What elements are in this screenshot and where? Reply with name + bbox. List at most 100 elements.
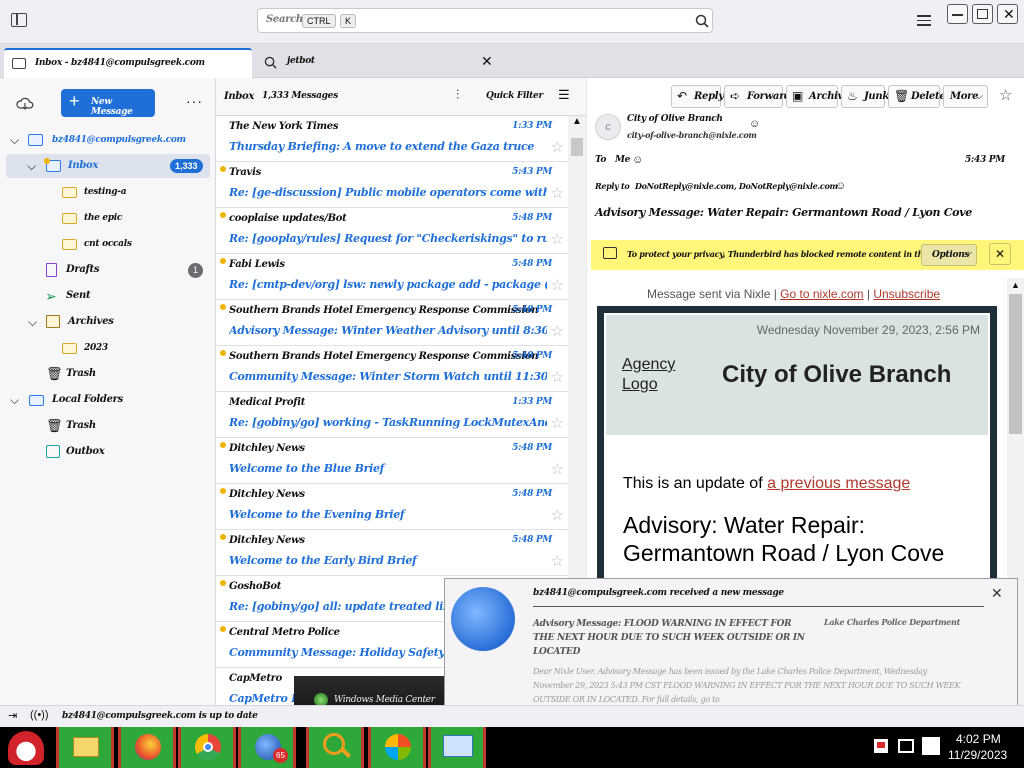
star-icon[interactable]: ☆: [551, 184, 564, 202]
tab-inbox[interactable]: Inbox - bz4841@compulsgreek.com: [4, 48, 252, 78]
message-subject: Welcome to the Blue Brief: [229, 462, 385, 475]
close-tab-icon[interactable]: ✕: [481, 53, 493, 70]
message-row[interactable]: cooplaise updates/Bot 5:48 PM Re: [gooplay…: [216, 208, 568, 254]
to-value[interactable]: Me: [615, 155, 630, 165]
message-row[interactable]: Southern Brands Hotel Emergency Response…: [216, 300, 568, 346]
clock-time[interactable]: 4:02 PM: [956, 732, 1001, 746]
separator: |: [863, 287, 874, 301]
quick-filter-icon[interactable]: ⫶: [456, 87, 459, 103]
folder-sub2[interactable]: the epic: [0, 206, 216, 230]
options-button[interactable]: Options ⌵: [921, 244, 977, 266]
message-row[interactable]: The New York Times 1:33 PM Thursday Briefi…: [216, 116, 568, 162]
forward-button[interactable]: ➪ Forward: [724, 85, 791, 108]
folder-archives[interactable]: ⌵ Archives: [0, 310, 216, 334]
message-row[interactable]: Ditchley News 5:48 PM Welcome to the Blue …: [216, 438, 568, 484]
app-menu-icon[interactable]: [917, 15, 931, 26]
close-button[interactable]: ✕: [997, 4, 1018, 24]
from-email[interactable]: city-of-olive-branch@nixle.com: [627, 130, 757, 140]
tray-volume-icon[interactable]: [922, 737, 940, 755]
new-message-button[interactable]: + New Message: [61, 89, 155, 117]
taskbar-thunderbird[interactable]: 65: [238, 727, 296, 768]
start-button[interactable]: [0, 727, 56, 768]
previous-message-link[interactable]: a previous message: [767, 475, 910, 492]
folder-outbox[interactable]: Outbox: [0, 440, 216, 464]
delete-button[interactable]: 🗑 Delete: [888, 85, 946, 108]
unread-dot: [220, 442, 226, 448]
folder-sub3[interactable]: cnt occals: [0, 232, 216, 256]
local-folders-row[interactable]: ⌵ Local Folders: [0, 388, 216, 412]
to-label: To: [595, 155, 607, 165]
contact-icon[interactable]: ☺: [749, 118, 760, 130]
star-icon[interactable]: ☆: [551, 138, 564, 156]
star-icon[interactable]: ☆: [551, 322, 564, 340]
folder-drafts[interactable]: Drafts 1: [0, 258, 216, 282]
message-row[interactable]: Medical Profit 1:33 PM Re: [gobiny/go] wor…: [216, 392, 568, 438]
message-row[interactable]: Southern Brands Hotel Emergency Response…: [216, 346, 568, 392]
taskbar-explorer[interactable]: [56, 727, 114, 768]
chevron-down-icon: ⌵: [28, 315, 38, 329]
archive-button[interactable]: ▣ Archive: [786, 85, 850, 108]
reply-to-label: Reply to: [595, 181, 630, 191]
quick-filter-label[interactable]: Quick Filter: [486, 91, 543, 101]
get-messages-icon[interactable]: [16, 97, 34, 111]
message-row[interactable]: Ditchley News 5:48 PM Welcome to the Early…: [216, 530, 568, 576]
star-icon[interactable]: ☆: [551, 506, 564, 524]
taskbar-windows[interactable]: [368, 727, 426, 768]
search-icon[interactable]: [695, 14, 709, 28]
minimize-button[interactable]: [947, 4, 968, 24]
message-row[interactable]: Fabi Lewis 5:48 PM Re: [cmtp-dev/org] lsw:…: [216, 254, 568, 300]
tab-search[interactable]: jetbot ✕: [256, 48, 500, 78]
folder-sent[interactable]: ➢ Sent: [0, 284, 216, 308]
star-icon[interactable]: ☆: [551, 230, 564, 248]
scroll-thumb[interactable]: [571, 138, 583, 156]
reply-to-value[interactable]: DoNotReply@nixle.com, DoNotReply@nixle.c…: [635, 181, 838, 191]
tray-network-icon[interactable]: [898, 739, 914, 753]
more-options-icon[interactable]: ···: [186, 93, 203, 109]
star-icon[interactable]: ☆: [551, 368, 564, 386]
goto-nixle-link[interactable]: Go to nixle.com: [780, 287, 863, 301]
scroll-thumb[interactable]: [1009, 294, 1022, 434]
star-icon[interactable]: ☆: [551, 414, 564, 432]
star-icon[interactable]: ☆: [551, 276, 564, 294]
folder-archive-year[interactable]: 2023: [0, 336, 216, 360]
unsubscribe-link[interactable]: Unsubscribe: [873, 287, 940, 301]
account-row[interactable]: ⌵ bz4841@compulsgreek.com: [0, 128, 216, 152]
contact-icon[interactable]: ☺: [632, 154, 643, 166]
tray-flag-icon[interactable]: [874, 739, 888, 753]
list-count: 1,333 Messages: [262, 91, 338, 101]
taskbar-search[interactable]: [306, 727, 364, 768]
clock-date[interactable]: 11/29/2023: [948, 748, 1007, 762]
scroll-up-icon[interactable]: ▲: [1011, 280, 1020, 290]
scroll-up-icon[interactable]: ▲: [572, 116, 582, 127]
close-icon[interactable]: ✕: [989, 243, 1011, 265]
sidebar-toggle-icon[interactable]: [11, 13, 27, 27]
new-mail-notification[interactable]: bz4841@compulsgreek.com received a new m…: [444, 578, 1018, 717]
folder-trash[interactable]: 🗑 Trash: [0, 362, 216, 386]
taskbar-chrome[interactable]: [178, 727, 236, 768]
online-status-icon[interactable]: ((•)): [30, 709, 49, 721]
more-button[interactable]: More ⌵: [943, 85, 988, 108]
trash-icon: 🗑: [894, 89, 910, 103]
from-name[interactable]: City of Olive Branch: [627, 114, 723, 124]
kbd-k: K: [340, 14, 357, 28]
taskbar-control-panel[interactable]: [428, 727, 486, 768]
global-search[interactable]: Search... CTRL K: [257, 8, 713, 33]
reply-button[interactable]: ↶ Reply: [671, 85, 724, 108]
message-date: 1:33 PM: [512, 121, 552, 131]
folder-inbox[interactable]: ⌵ Inbox 1,333: [6, 154, 210, 178]
taskbar-firefox[interactable]: [118, 727, 176, 768]
message-row[interactable]: Ditchley News 5:48 PM Welcome to the Eveni…: [216, 484, 568, 530]
maximize-button[interactable]: [972, 4, 993, 24]
collapse-pane-icon[interactable]: ⇥: [8, 709, 17, 722]
message-row[interactable]: Travis 5:43 PM Re: [ge-discussion] Public …: [216, 162, 568, 208]
star-icon[interactable]: ☆: [999, 86, 1012, 104]
contact-icon[interactable]: ☺: [835, 180, 846, 192]
forward-label: Forward: [747, 91, 791, 102]
list-options-icon[interactable]: ☰: [558, 87, 570, 103]
folder-sub1[interactable]: testing-a: [0, 180, 216, 204]
junk-button[interactable]: ♨ Junk: [841, 85, 889, 108]
star-icon[interactable]: ☆: [551, 460, 564, 478]
folder-local-trash[interactable]: 🗑 Trash: [0, 414, 216, 438]
star-icon[interactable]: ☆: [551, 552, 564, 570]
close-icon[interactable]: ✕: [991, 585, 1003, 602]
